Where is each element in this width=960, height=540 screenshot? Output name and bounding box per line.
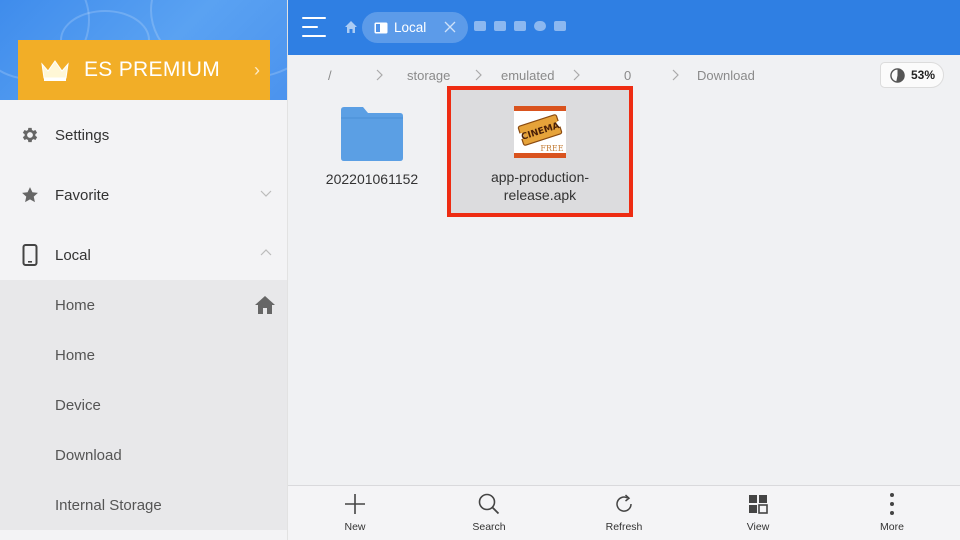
sidebar-item-label: Settings xyxy=(55,126,110,144)
toolbar-label: Refresh xyxy=(605,521,643,533)
grid-view-icon xyxy=(749,495,768,514)
sidebar-item-label: Local xyxy=(55,246,91,264)
subitem-label: Internal Storage xyxy=(55,496,162,514)
es-premium-banner[interactable]: ES PREMIUM › xyxy=(18,40,270,100)
refresh-button[interactable]: Refresh xyxy=(584,486,664,540)
sidebar-subitem-download[interactable]: Download xyxy=(0,430,287,480)
close-icon[interactable] xyxy=(444,21,456,33)
chevron-right-icon xyxy=(672,69,679,81)
toolbar-label: View xyxy=(746,521,770,533)
chevron-right-icon xyxy=(573,69,580,81)
library-icon[interactable] xyxy=(474,21,486,31)
breadcrumb: / storage emulated 0 Download xyxy=(288,62,960,90)
chevron-up-icon xyxy=(260,249,272,256)
plus-icon xyxy=(345,494,365,514)
sidebar-subitem-device[interactable]: Device xyxy=(0,380,287,430)
sidebar-subitem-home-2[interactable]: Home xyxy=(0,330,287,380)
toolbar-label: Search xyxy=(472,521,506,533)
toolbar-label: More xyxy=(880,521,904,533)
sidebar-item-favorite[interactable]: Favorite xyxy=(0,165,287,225)
home-icon xyxy=(255,296,275,314)
more-vert-icon xyxy=(890,493,894,515)
sidebar: ES PREMIUM › Settings Favorite Local Hom… xyxy=(0,0,288,540)
home-icon[interactable] xyxy=(344,20,358,34)
folder-icon xyxy=(341,107,403,161)
breadcrumb-0[interactable]: 0 xyxy=(624,68,631,83)
storage-percent: 53% xyxy=(911,68,936,82)
breadcrumb-root[interactable]: / xyxy=(328,68,332,83)
breadcrumb-emulated[interactable]: emulated xyxy=(501,68,554,83)
toolbar-label: New xyxy=(344,521,366,533)
chevron-right-icon xyxy=(376,69,383,81)
breadcrumb-storage[interactable]: storage xyxy=(407,68,450,83)
sidebar-item-settings[interactable]: Settings xyxy=(0,105,287,165)
sidebar-subitem-internal-storage[interactable]: Internal Storage xyxy=(0,480,287,530)
more-button[interactable]: More xyxy=(852,486,932,540)
search-button[interactable]: Search xyxy=(449,486,529,540)
chat-icon[interactable] xyxy=(494,21,506,31)
tab-label: Local xyxy=(394,20,427,35)
view-button[interactable]: View xyxy=(718,486,798,540)
file-item-apk-selected[interactable]: CINEMA FREE app-production-release.apk xyxy=(447,86,633,217)
subitem-label: Home xyxy=(55,346,96,364)
subitem-label: Home xyxy=(55,296,96,314)
gear-icon xyxy=(19,124,41,146)
menu-icon[interactable] xyxy=(302,15,328,39)
svg-text:FREE: FREE xyxy=(540,144,563,153)
top-bar: Local xyxy=(288,0,960,55)
sidebar-subitem-home[interactable]: Home xyxy=(0,280,287,330)
network-icon[interactable] xyxy=(554,21,566,31)
image-icon[interactable] xyxy=(514,21,526,31)
chevron-right-icon: › xyxy=(254,60,260,80)
star-icon xyxy=(19,184,41,206)
phone-icon xyxy=(19,244,41,266)
breadcrumb-download[interactable]: Download xyxy=(697,68,755,83)
storage-icon xyxy=(374,22,388,33)
bottom-toolbar: New Search Refresh View More xyxy=(288,485,960,540)
file-name: app-production-release.apk xyxy=(490,169,590,203)
sidebar-item-local[interactable]: Local xyxy=(0,225,287,285)
file-item-folder[interactable]: 202201061152 xyxy=(313,100,431,188)
pie-chart-icon xyxy=(890,67,905,83)
refresh-icon xyxy=(616,494,632,512)
storage-usage-badge[interactable]: 53% xyxy=(880,62,944,88)
subitem-label: Device xyxy=(55,396,101,414)
new-button[interactable]: New xyxy=(315,486,395,540)
search-icon xyxy=(478,493,500,515)
chevron-right-icon xyxy=(475,69,482,81)
sidebar-item-label: Favorite xyxy=(55,186,110,204)
cloud-icon[interactable] xyxy=(534,21,546,31)
subitem-label: Download xyxy=(55,446,122,464)
chevron-down-icon xyxy=(260,190,272,197)
file-name: 202201061152 xyxy=(325,171,419,187)
crown-icon xyxy=(41,60,69,81)
local-submenu: Home Home Device Download Internal Stora… xyxy=(0,280,287,530)
tab-local[interactable]: Local xyxy=(362,12,468,43)
cinema-apk-icon: CINEMA FREE xyxy=(514,106,566,158)
premium-label: ES PREMIUM xyxy=(84,58,221,81)
quick-access-icons xyxy=(474,21,566,31)
